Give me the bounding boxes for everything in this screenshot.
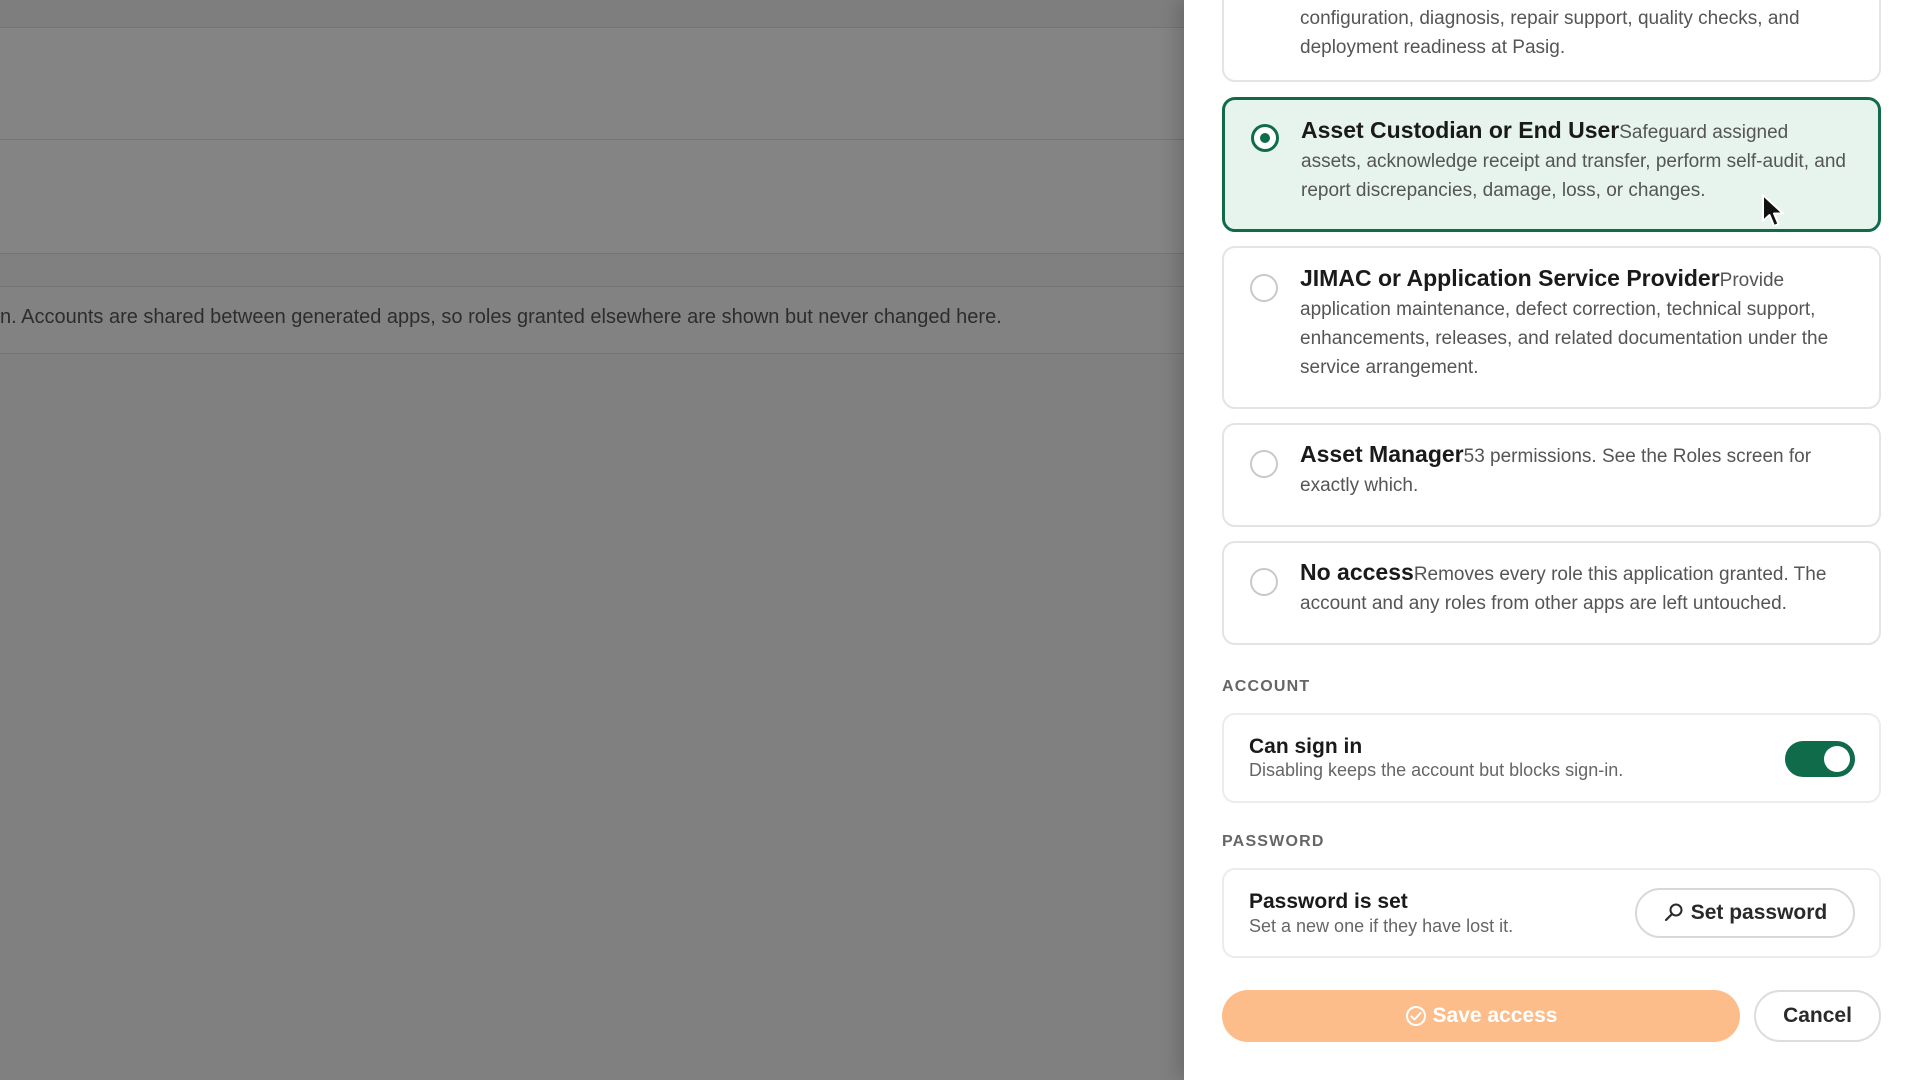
role-text: Asset Manager53 permissions. See the Rol… <box>1300 440 1853 500</box>
role-name: JIMAC or Application Service Provider <box>1300 265 1720 291</box>
can-sign-in-title: Can sign in <box>1249 735 1363 758</box>
role-radio-selected[interactable] <box>1251 124 1279 152</box>
role-option-asset-manager[interactable]: Asset Manager53 permissions. See the Rol… <box>1222 423 1881 527</box>
mouse-cursor-icon <box>1762 194 1784 227</box>
password-card: Password is set Set a new one if they ha… <box>1222 868 1881 958</box>
role-name: Asset Custodian or End User <box>1301 117 1620 143</box>
role-name: No access <box>1300 559 1414 585</box>
can-sign-in-card: Can sign in Disabling keeps the account … <box>1222 713 1881 803</box>
cancel-button[interactable]: Cancel <box>1754 990 1881 1042</box>
save-access-button[interactable]: Save access <box>1222 990 1740 1042</box>
role-name: Asset Manager <box>1300 441 1464 467</box>
role-radio[interactable] <box>1250 274 1278 302</box>
role-radio[interactable] <box>1250 568 1278 596</box>
role-option-partial[interactable]: configuration, diagnosis, repair support… <box>1222 0 1881 82</box>
toggle-knob <box>1824 746 1850 772</box>
cancel-label: Cancel <box>1783 1004 1852 1027</box>
access-drawer: configuration, diagnosis, repair support… <box>1184 0 1920 1080</box>
search-key-icon <box>1664 903 1683 922</box>
account-section-label: ACCOUNT <box>1222 678 1311 695</box>
save-access-label: Save access <box>1432 1004 1558 1027</box>
can-sign-in-subtitle: Disabling keeps the account but blocks s… <box>1249 760 1624 780</box>
role-option-jimac[interactable]: JIMAC or Application Service ProviderPro… <box>1222 246 1881 409</box>
role-option-no-access[interactable]: No accessRemoves every role this applica… <box>1222 541 1881 645</box>
role-radio[interactable] <box>1250 450 1278 478</box>
check-circle-icon <box>1405 1006 1426 1026</box>
password-status-subtitle: Set a new one if they have lost it. <box>1249 916 1514 936</box>
can-sign-in-toggle[interactable] <box>1785 741 1855 777</box>
set-password-button[interactable]: Set password <box>1635 888 1855 938</box>
role-text: JIMAC or Application Service ProviderPro… <box>1300 264 1853 382</box>
role-text: No accessRemoves every role this applica… <box>1300 558 1853 618</box>
role-description: configuration, diagnosis, repair support… <box>1300 8 1800 58</box>
role-text: configuration, diagnosis, repair support… <box>1300 2 1853 62</box>
set-password-label: Set password <box>1690 901 1828 924</box>
password-status-title: Password is set <box>1249 890 1408 913</box>
password-section-label: PASSWORD <box>1222 833 1325 850</box>
role-text: Asset Custodian or End UserSafeguard ass… <box>1301 116 1852 205</box>
